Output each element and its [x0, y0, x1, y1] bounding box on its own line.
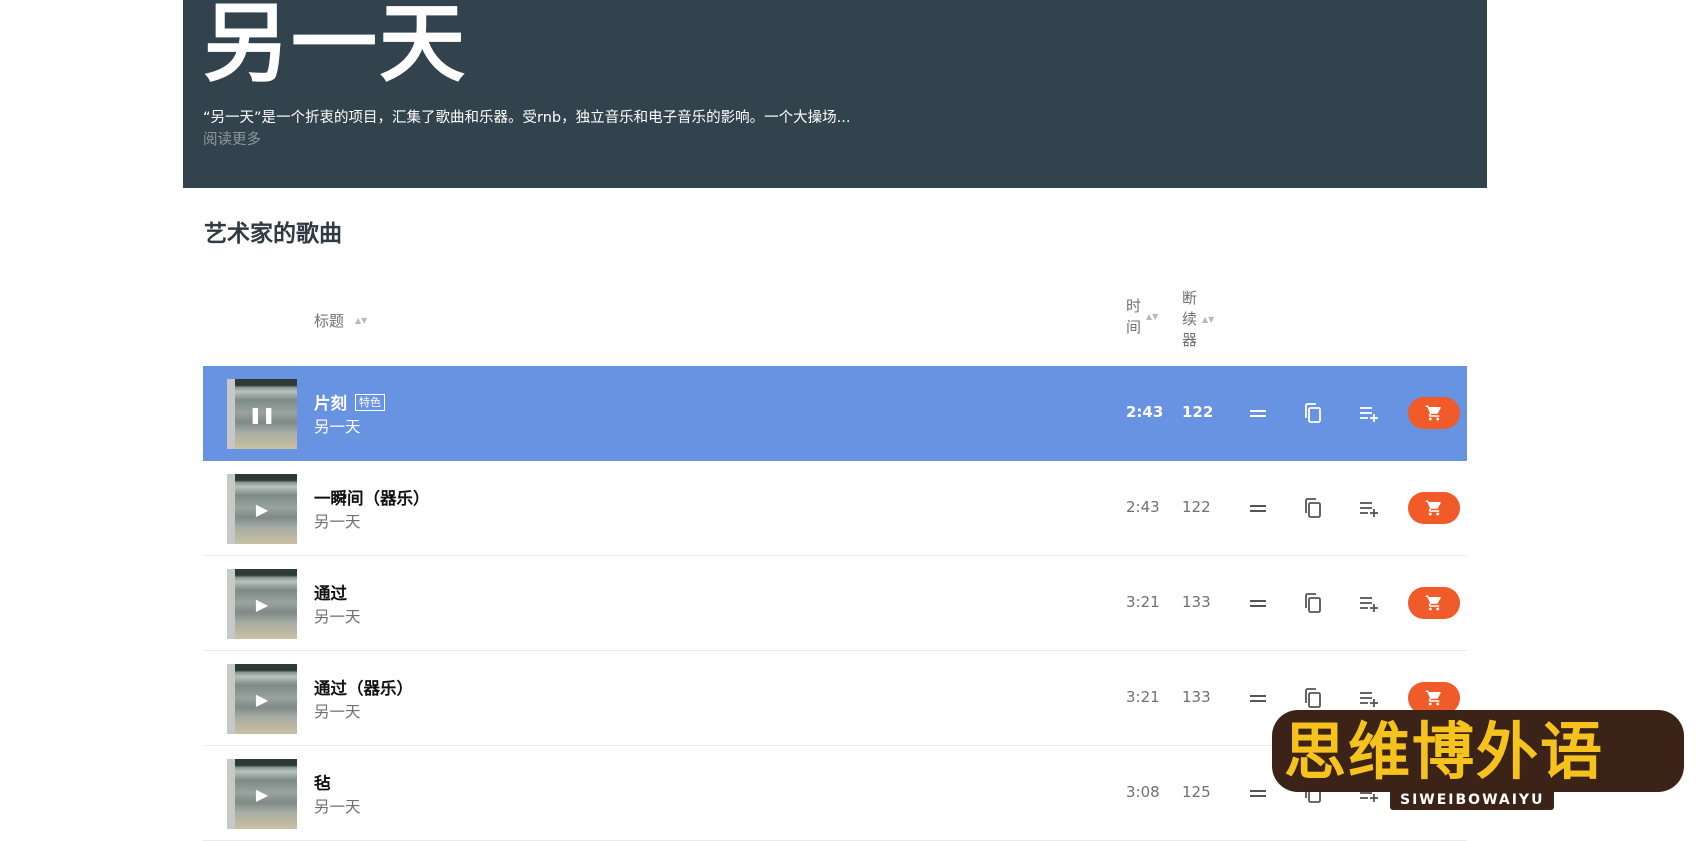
track-title-text: 通过 — [314, 584, 347, 603]
column-bpm[interactable]: 断 续 器 ▲▼ — [1182, 288, 1214, 351]
cart-icon — [1425, 500, 1441, 516]
menu-icon — [1250, 505, 1266, 512]
watermark-subtext: SIWEIBOWAIYU — [1390, 790, 1555, 810]
buy-button[interactable] — [1408, 397, 1460, 429]
column-bpm-label-3: 器 — [1182, 331, 1198, 349]
track-thumbnail[interactable]: ▶ — [227, 569, 297, 639]
cart-icon — [1425, 690, 1441, 706]
track-bpm: 125 — [1182, 783, 1211, 801]
track-artist[interactable]: 另一天 — [314, 605, 361, 627]
track-row[interactable]: ▶ 通过 另一天 3:21 133 — [203, 556, 1467, 651]
column-title[interactable]: 标题 ▲▼ — [314, 310, 367, 331]
copy-icon — [1305, 498, 1321, 518]
menu-icon — [1250, 600, 1266, 607]
play-icon[interactable]: ▶ — [227, 664, 297, 734]
column-time[interactable]: 时 间 ▲▼ — [1126, 296, 1158, 338]
track-title-text: 一瞬间（器乐） — [314, 489, 430, 508]
track-row[interactable]: ▶ 一瞬间（器乐） 另一天 2:43 122 — [203, 461, 1467, 556]
section-title: 艺术家的歌曲 — [204, 221, 342, 247]
track-duration: 2:43 — [1126, 403, 1164, 421]
column-bpm-label-1: 断 — [1182, 289, 1198, 307]
add-to-queue-icon — [1360, 502, 1378, 517]
track-bpm: 133 — [1182, 593, 1211, 611]
track-duration: 2:43 — [1126, 498, 1160, 516]
track-artist[interactable]: 另一天 — [314, 795, 361, 817]
featured-badge: 特色 — [355, 393, 385, 411]
track-duration: 3:08 — [1126, 783, 1160, 801]
sort-icon[interactable]: ▲▼ — [1146, 313, 1158, 321]
copy-icon — [1305, 403, 1321, 423]
play-icon[interactable]: ▶ — [227, 759, 297, 829]
play-icon[interactable]: ▶ — [227, 474, 297, 544]
copy-icon — [1305, 593, 1321, 613]
track-thumbnail[interactable]: ▶ — [227, 759, 297, 829]
menu-icon — [1250, 410, 1266, 417]
track-title-text: 毡 — [314, 774, 331, 793]
watermark-text: 思维博外语 — [1284, 715, 1605, 788]
track-bpm: 122 — [1182, 403, 1214, 421]
menu-icon — [1250, 790, 1266, 797]
track-artist[interactable]: 另一天 — [314, 510, 361, 532]
cart-icon — [1425, 405, 1441, 421]
artist-hero: 另一天 “另一天”是一个折衷的项目，汇集了歌曲和乐器。受rnb，独立音乐和电子音… — [183, 0, 1487, 188]
menu-button[interactable] — [1241, 586, 1275, 620]
menu-button[interactable] — [1241, 491, 1275, 525]
buy-button[interactable] — [1408, 492, 1460, 524]
track-bpm: 133 — [1182, 688, 1211, 706]
copy-button[interactable] — [1296, 491, 1330, 525]
sort-icon[interactable]: ▲▼ — [1202, 315, 1214, 324]
add-to-queue-icon — [1360, 597, 1378, 612]
track-thumbnail[interactable]: ▶ — [227, 474, 297, 544]
track-thumbnail[interactable]: ❚❚ — [227, 379, 297, 449]
add-to-queue-button[interactable] — [1352, 396, 1386, 430]
track-title-text: 片刻 — [314, 394, 347, 413]
artist-description: “另一天”是一个折衷的项目，汇集了歌曲和乐器。受rnb，独立音乐和电子音乐的影响… — [203, 110, 851, 126]
track-artist[interactable]: 另一天 — [314, 415, 361, 437]
track-title-text: 通过（器乐） — [314, 679, 413, 698]
track-duration: 3:21 — [1126, 593, 1160, 611]
column-bpm-label-2: 续 — [1182, 310, 1198, 328]
artist-name: 另一天 — [203, 0, 467, 94]
watermark-logo: 思维博外语 SIWEIBOWAIYU — [1272, 706, 1692, 814]
read-more-link[interactable]: 阅读更多 — [203, 128, 261, 149]
menu-button[interactable] — [1241, 776, 1275, 810]
track-thumbnail[interactable]: ▶ — [227, 664, 297, 734]
track-title[interactable]: 片刻 特色 — [314, 390, 385, 414]
track-artist[interactable]: 另一天 — [314, 700, 361, 722]
column-time-label-1: 时 — [1126, 297, 1142, 315]
cart-icon — [1425, 595, 1441, 611]
copy-button[interactable] — [1296, 396, 1330, 430]
menu-button[interactable] — [1241, 396, 1275, 430]
track-duration: 3:21 — [1126, 688, 1160, 706]
add-to-queue-button[interactable] — [1352, 586, 1386, 620]
add-to-queue-button[interactable] — [1352, 491, 1386, 525]
play-icon[interactable]: ▶ — [227, 569, 297, 639]
add-to-queue-icon — [1360, 407, 1378, 422]
track-row[interactable]: ❚❚ 片刻 特色 另一天 2:43 122 — [203, 366, 1467, 461]
column-title-label: 标题 — [314, 312, 345, 330]
track-title[interactable]: 一瞬间（器乐） — [314, 485, 430, 509]
track-title[interactable]: 通过 — [314, 580, 347, 604]
column-time-label-2: 间 — [1126, 318, 1142, 336]
track-title[interactable]: 毡 — [314, 770, 331, 794]
copy-button[interactable] — [1296, 586, 1330, 620]
track-title[interactable]: 通过（器乐） — [314, 675, 413, 699]
sort-icon[interactable]: ▲▼ — [355, 316, 367, 325]
buy-button[interactable] — [1408, 587, 1460, 619]
menu-button[interactable] — [1241, 681, 1275, 715]
pause-icon[interactable]: ❚❚ — [227, 379, 297, 449]
table-header: 标题 ▲▼ 时 间 ▲▼ 断 续 器 ▲▼ — [203, 280, 1467, 360]
menu-icon — [1250, 695, 1266, 702]
track-bpm: 122 — [1182, 498, 1211, 516]
